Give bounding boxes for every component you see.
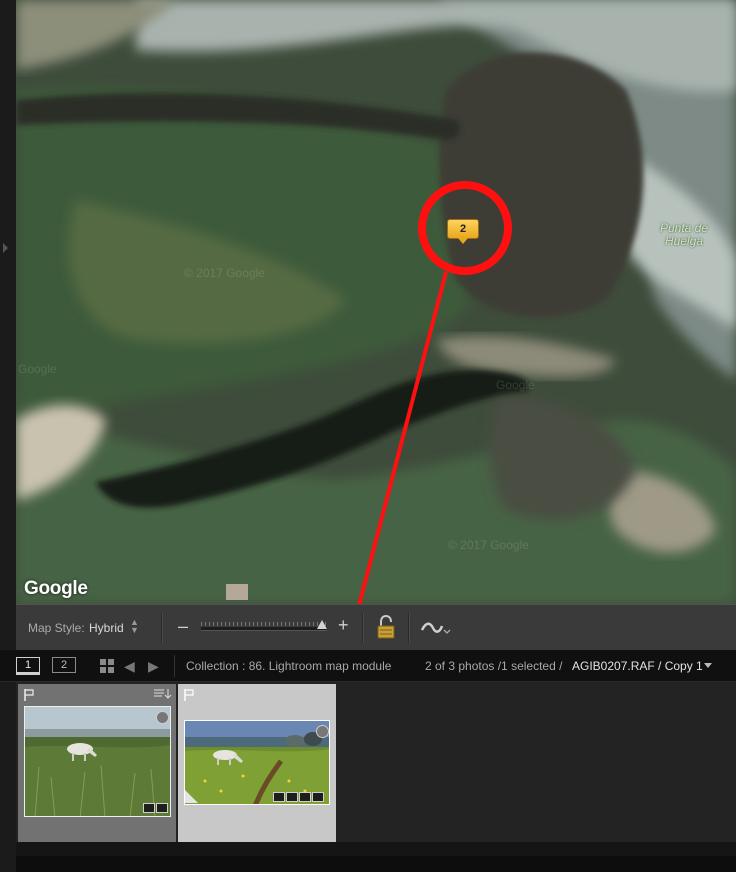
photo-thumbnail[interactable] [184,720,330,805]
toolbar-divider [362,613,364,643]
zoom-in-button[interactable]: + [338,615,349,636]
satellite-imagery [16,0,736,604]
zoom-slider[interactable] [201,627,327,631]
map-toolbar: Map Style: Hybrid ▲ ▼ – + [16,604,736,650]
lock-icon[interactable] [376,615,396,639]
nav-divider [174,655,175,677]
expand-left-panel-icon[interactable] [3,243,8,253]
collection-source[interactable]: Collection : 86. Lightroom map module [186,659,391,673]
grid-view-icon[interactable] [100,659,114,673]
flag-icon[interactable] [184,689,194,701]
map-place-label: Punta de Huelga [659,221,709,248]
map-watermark: © 2017 Google [184,266,265,280]
lightroom-map-window: Punta de Huelga © 2017 Google Google © 2… [0,0,736,872]
photo-cluster-pin[interactable]: 2 [447,219,479,244]
sort-order-icon[interactable] [154,688,172,700]
map-watermark: Google [496,378,535,392]
collection-badge-icon [286,792,298,802]
bottom-panel-edge[interactable] [16,842,736,856]
zoom-ticks [201,622,327,626]
next-arrow-icon[interactable]: ▶ [148,658,159,675]
toolbar-divider [408,613,410,643]
develop-badge-icon [312,792,324,802]
filmstrip [16,682,736,844]
select-arrows-icon[interactable]: ▲ ▼ [130,618,139,635]
metadata-badge-icon [316,725,329,738]
flag-icon[interactable] [24,689,34,701]
thumbnail-badges [143,803,168,813]
crop-badge-icon [299,792,311,802]
filmstrip-cell[interactable] [18,684,176,844]
virtual-copy-corner-icon [185,790,198,803]
previous-arrow-icon[interactable]: ◀ [124,658,135,675]
zoom-out-button[interactable]: – [178,616,188,637]
map-view[interactable]: Punta de Huelga © 2017 Google Google © 2… [16,0,736,604]
google-logo: Google [24,578,88,599]
comment-badge-icon [273,792,285,802]
zoom-slider-thumb[interactable] [317,620,327,629]
main-window-button[interactable]: 1 [16,657,40,675]
map-watermark: Google [18,362,57,376]
map-style-select[interactable]: Hybrid [89,621,124,635]
photo-thumbnail[interactable] [24,706,171,817]
metadata-badge-icon [156,711,169,724]
secondary-window-button[interactable]: 2 [52,657,76,673]
map-watermark: © 2017 Google [448,538,529,552]
comment-badge-icon [143,803,155,813]
collection-badge-icon [156,803,168,813]
left-panel-edge[interactable] [0,0,16,872]
selected-filename[interactable]: AGIB0207.RAF / Copy 1 [572,659,703,673]
filmstrip-cell-selected[interactable] [178,684,336,844]
filmstrip-header: 1 2 ◀ ▶ Collection : 86. Lightroom map m… [0,650,736,682]
toolbar-divider [161,613,163,643]
map-style-label: Map Style: [28,621,85,635]
thumbnail-badges [273,792,324,802]
photo-count: 2 of 3 photos /1 selected / [425,659,563,673]
chevron-down-icon[interactable] [704,663,712,668]
tracklog-icon[interactable] [420,618,452,638]
